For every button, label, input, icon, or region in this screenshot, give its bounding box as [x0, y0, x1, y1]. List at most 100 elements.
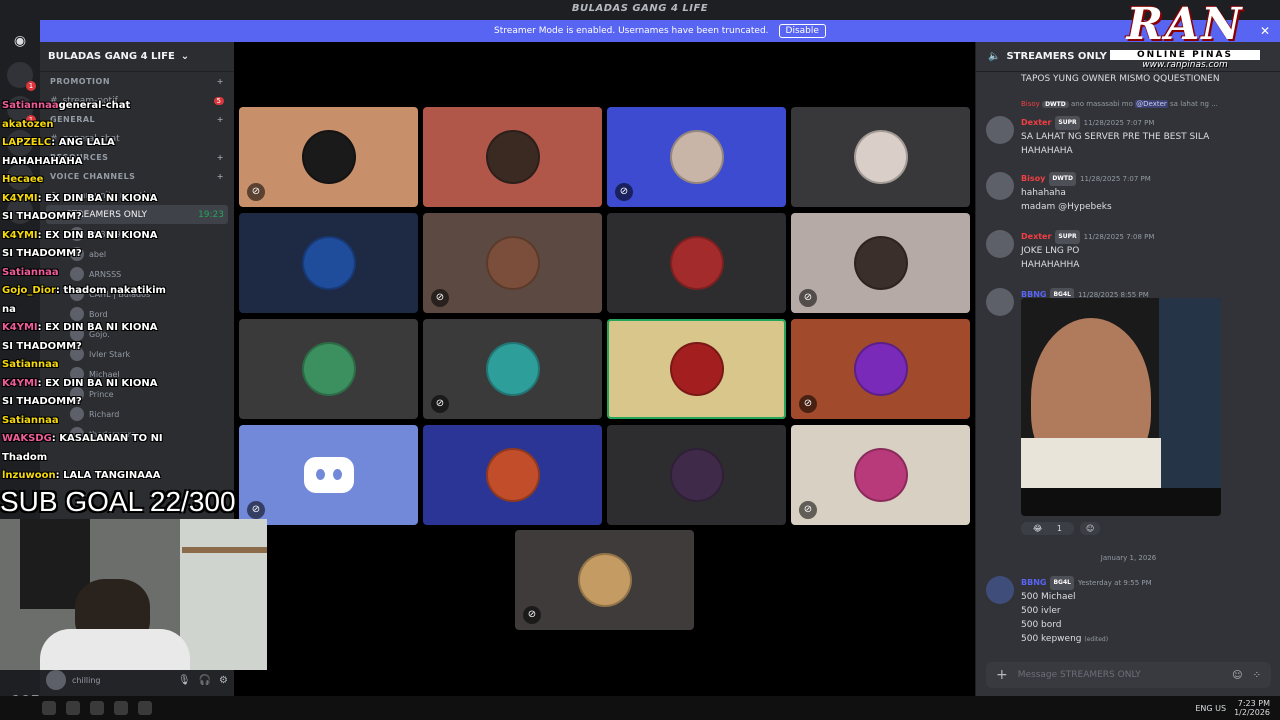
voice-user[interactable]: Ivler Stark [40, 344, 234, 364]
voice-user-name: Bord [89, 309, 108, 319]
voice-user[interactable]: abel [40, 244, 234, 264]
message-text: HAHAHAHHA [1021, 260, 1080, 270]
message-text: 500 Michael [1021, 592, 1076, 602]
participant-tile[interactable]: ⊘ [423, 213, 602, 313]
chat-message: Bisoy DWTD 11/28/2025 7:07 PM hahahaha madam… [986, 172, 1266, 214]
language-indicator[interactable]: ENG US [1195, 704, 1226, 713]
muted-icon: ⊘ [431, 395, 449, 413]
banner-text: Streamer Mode is enabled. Usernames have… [494, 26, 769, 36]
participant-tile[interactable] [607, 213, 786, 313]
avatar [669, 236, 724, 290]
avatar[interactable] [986, 230, 1014, 258]
muted-icon: ⊘ [799, 289, 817, 307]
avatar [301, 130, 356, 184]
voice-user-name: Prince [89, 389, 114, 399]
avatar[interactable] [986, 116, 1014, 144]
chevron-down-icon: ⌄ [180, 51, 190, 62]
participant-tile[interactable]: ⊘ [791, 319, 970, 419]
channel-general-chat[interactable]: # general-chat [40, 129, 234, 148]
chat-panel: 🔈 STREAMERS ONLY TAPOS YUNG OWNER MISMO … [975, 42, 1280, 696]
server-name: BULADAS GANG 4 LIFE [48, 51, 175, 62]
participant-tile[interactable] [607, 425, 786, 525]
reactions[interactable]: 😂 1 ☺ [1021, 522, 1101, 535]
category-promotion[interactable]: PROMOTION + [40, 72, 234, 91]
channel-community-meeting[interactable]: 🔈 community meeting [40, 186, 234, 205]
avatar [70, 347, 84, 361]
category-voice[interactable]: VOICE CHANNELS + [40, 167, 234, 186]
voice-user[interactable]: Bord [40, 304, 234, 324]
hash-icon: # [50, 95, 58, 106]
participant-tile[interactable]: ⊘ [791, 213, 970, 313]
participant-tile[interactable]: ⊘ [423, 319, 602, 419]
chat-message: Dexter SUPR 11/28/2025 7:08 PM JOKE LNG PO H… [986, 230, 1266, 272]
voice-user-name: Richard [89, 409, 120, 419]
participant-tile[interactable] [791, 107, 970, 207]
server-icon[interactable] [7, 198, 33, 224]
voice-user[interactable]: KOBS69 LOPEZ [40, 224, 234, 244]
server-icon[interactable]: 1 [7, 96, 36, 125]
participant-tile[interactable]: ⊘ [239, 107, 418, 207]
chat-channel-name: STREAMERS ONLY [1006, 51, 1107, 62]
participant-tile[interactable]: ⊘ [607, 107, 786, 207]
stream-screenshot-image[interactable] [1021, 298, 1221, 516]
window-title: BULADAS GANG 4 LIFE [571, 3, 709, 14]
server-icon[interactable] [7, 164, 33, 190]
voice-user[interactable]: ARNSSS [40, 264, 234, 284]
message-input[interactable]: + Message STREAMERS ONLY ☺ ⁘ [986, 662, 1271, 688]
avatar [669, 342, 724, 396]
muted-icon: ⊘ [799, 395, 817, 413]
participant-tile[interactable] [239, 213, 418, 313]
streamer-mode-banner: Streamer Mode is enabled. Usernames have… [40, 20, 1280, 42]
category-general[interactable]: GENERAL + [40, 110, 234, 129]
category-resources[interactable]: RESOURCES + [40, 148, 234, 167]
participant-tile[interactable]: ⊘ [515, 530, 694, 630]
date-divider: January 1, 2026 [1100, 554, 1157, 562]
headset-icon[interactable]: 🎧 [199, 675, 211, 686]
app-icon[interactable] [90, 701, 104, 715]
server-icon[interactable] [7, 130, 33, 156]
voice-user[interactable]: Michael [40, 364, 234, 384]
muted-icon: ⊘ [247, 501, 265, 519]
voice-user-name: abel [89, 249, 107, 259]
discord-home-icon[interactable]: ◉ [7, 28, 33, 54]
avatar[interactable] [986, 172, 1014, 200]
chrome-icon[interactable] [66, 701, 80, 715]
apps-icon[interactable]: ⁘ [1253, 670, 1261, 681]
voice-user[interactable]: CAHL | Bulados [40, 284, 234, 304]
channel-streamers-only[interactable]: 🔈 STREAMERS ONLY 19:23 [46, 205, 228, 224]
participant-tile[interactable] [423, 425, 602, 525]
avatar[interactable] [986, 288, 1014, 316]
clock[interactable]: 7:23 PM 1/2/2026 [1234, 699, 1270, 717]
discord-icon[interactable] [114, 701, 128, 715]
voice-user[interactable]: Prince [40, 384, 234, 404]
mic-icon[interactable]: 🎙 [178, 675, 191, 686]
muted-icon: ⊘ [799, 501, 817, 519]
voice-user[interactable]: Gojo. [40, 324, 234, 344]
plus-icon[interactable]: + [996, 667, 1008, 683]
disable-button[interactable]: Disable [778, 24, 826, 38]
gear-icon[interactable]: ⚙ [219, 675, 228, 686]
search-icon[interactable] [42, 701, 56, 715]
avatar [70, 267, 84, 281]
server-header[interactable]: BULADAS GANG 4 LIFE ⌄ [40, 42, 234, 72]
message-text: JOKE LNG PO [1021, 246, 1080, 256]
voice-stage: ⊘ ⊘ ⊘ ⊘ ⊘ ⊘ ⊘ ⊘ ⊘ [234, 42, 975, 696]
close-icon[interactable]: ✕ [1260, 24, 1270, 38]
emoji-icon[interactable]: ☺ [1232, 670, 1242, 681]
reply-preview[interactable]: Bisoy DWTD ano masasabi mo @Dexter sa la… [1021, 100, 1218, 108]
channel-stream-notif[interactable]: # stream-notif 5 [40, 91, 234, 110]
muted-icon: ⊘ [431, 289, 449, 307]
participant-tile[interactable]: ⊘ [239, 425, 418, 525]
voice-user[interactable]: thadommm [40, 424, 234, 444]
participant-tile[interactable] [239, 319, 418, 419]
server-icon[interactable]: 1 [7, 62, 36, 91]
avatar[interactable] [46, 670, 66, 690]
app-icon[interactable] [138, 701, 152, 715]
participant-tile[interactable]: ⊘ [791, 425, 970, 525]
muted-icon: ⊘ [523, 606, 541, 624]
participant-tile[interactable] [423, 107, 602, 207]
message-placeholder: Message STREAMERS ONLY [1017, 670, 1141, 680]
voice-user[interactable]: Richard [40, 404, 234, 424]
participant-tile[interactable] [607, 319, 786, 419]
taskbar: ENG US 7:23 PM 1/2/2026 [0, 696, 1280, 720]
